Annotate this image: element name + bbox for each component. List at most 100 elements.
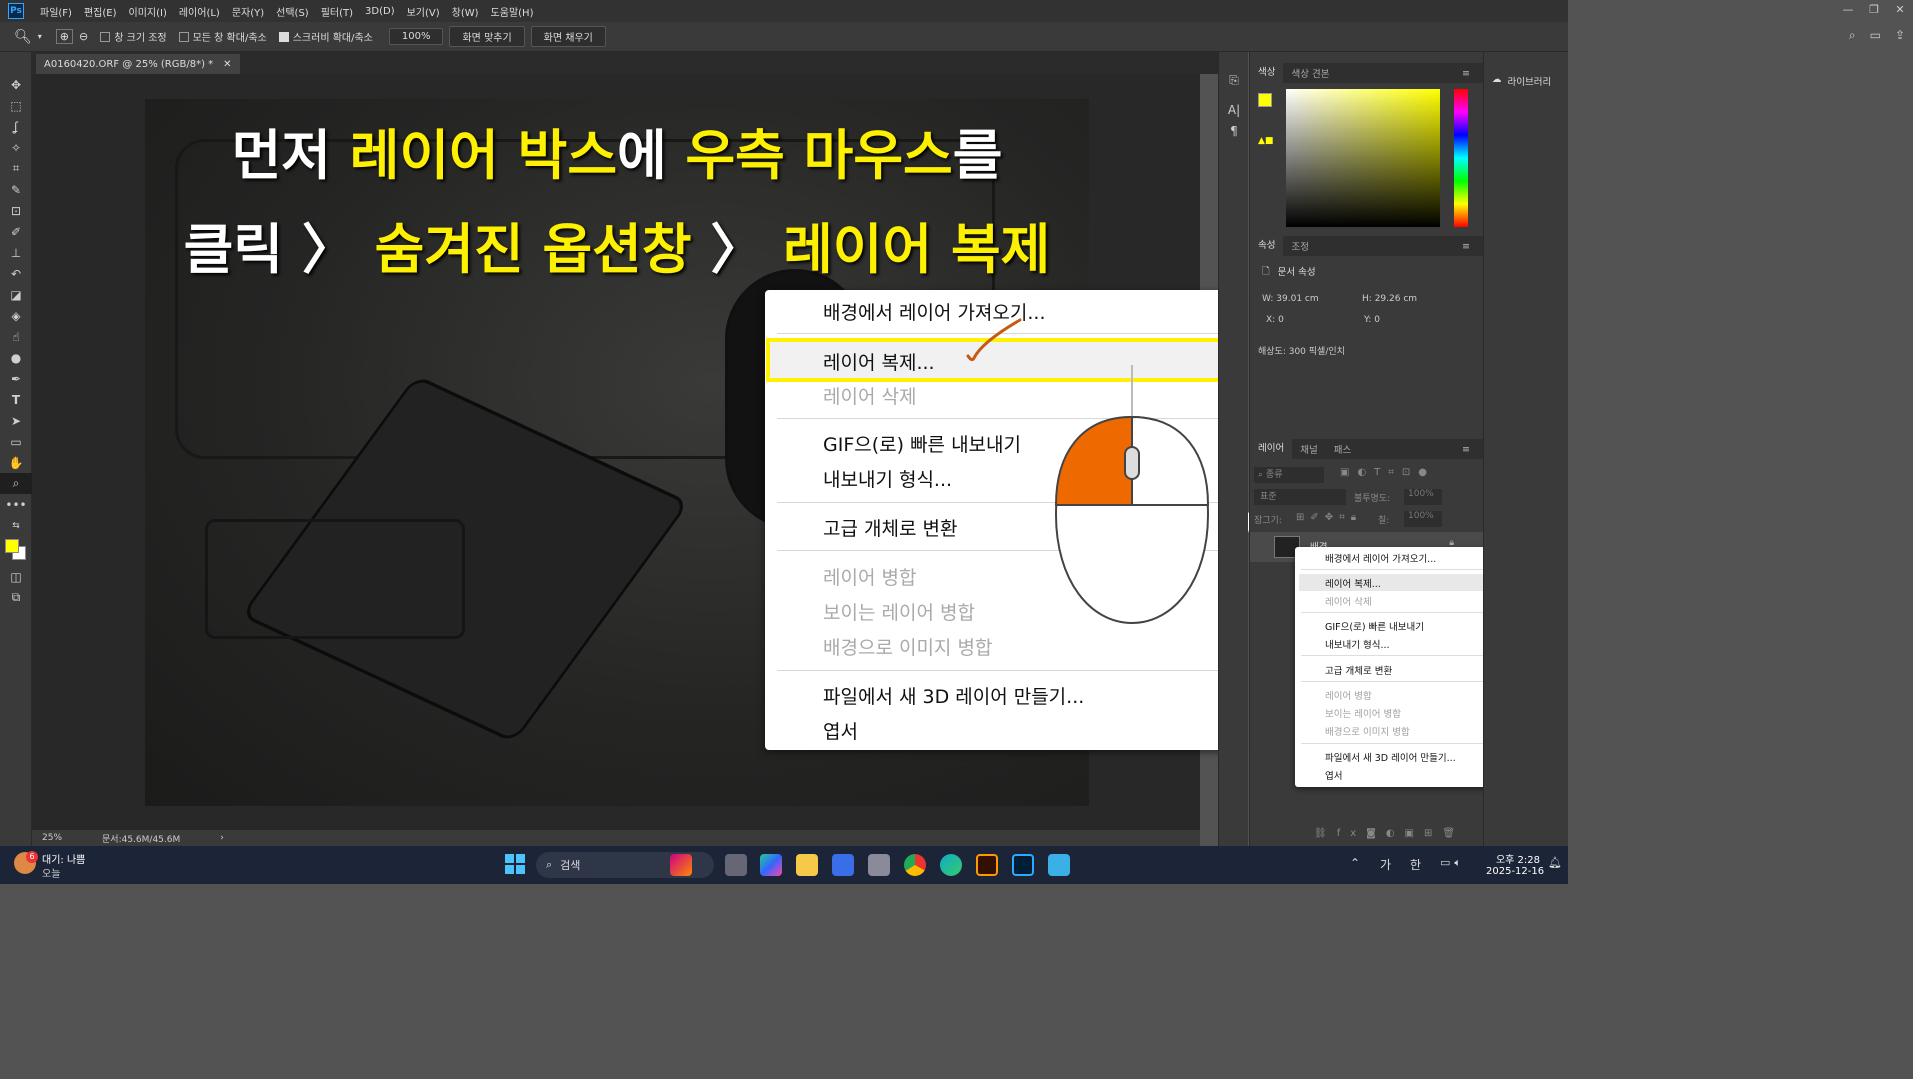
calculator-icon[interactable]: [868, 854, 890, 876]
tab-properties[interactable]: 속성: [1250, 236, 1284, 256]
chevron-up-icon[interactable]: ⌃: [1350, 856, 1360, 870]
chevron-down-icon[interactable]: ▾: [38, 32, 42, 41]
y-field[interactable]: Y: 0: [1364, 315, 1380, 325]
scrubby-zoom-checkbox[interactable]: 스크러비 확대/축소: [278, 29, 373, 44]
menu-layer[interactable]: 레이어(L): [173, 4, 226, 19]
menu-view[interactable]: 보기(V): [401, 4, 446, 19]
fg-color-swatch[interactable]: [1258, 93, 1272, 107]
more-tools-icon[interactable]: •••: [0, 494, 32, 515]
illustrator-icon[interactable]: [976, 854, 998, 876]
layer-filter-icons[interactable]: ▣◐T⌗⊡●: [1340, 467, 1435, 478]
smudge-tool-icon[interactable]: ☝: [0, 326, 32, 347]
ime-mode-a[interactable]: 가: [1380, 856, 1391, 873]
clock-time[interactable]: 오후 2:28: [1490, 851, 1540, 866]
weather-text[interactable]: 대기: 나쁨: [42, 851, 85, 866]
stamp-tool-icon[interactable]: ⊥: [0, 242, 32, 263]
menu-item-convert-smart-object[interactable]: 고급 개체로 변환: [823, 514, 957, 541]
resize-windows-checkbox[interactable]: 창 크기 조정: [100, 29, 167, 44]
brush-tool-icon[interactable]: ✐: [0, 221, 32, 242]
path-select-tool-icon[interactable]: ➤: [0, 410, 32, 431]
close-tab-icon[interactable]: ✕: [223, 59, 231, 70]
zoom-in-icon[interactable]: ⊕: [55, 29, 74, 44]
lock-icons[interactable]: ⊞✐✥⌗🔒︎: [1296, 512, 1362, 523]
layer-filter-kind[interactable]: ⌕ 종류: [1254, 467, 1324, 483]
menu-item-postcard[interactable]: 엽서: [823, 717, 858, 744]
width-field[interactable]: W: 39.01 cm: [1262, 294, 1319, 304]
share-icon[interactable]: ⇪: [1895, 28, 1905, 43]
zoom-tool-icon[interactable]: ⌕: [0, 473, 32, 494]
history-panel-icon[interactable]: ⎘: [1219, 70, 1249, 91]
menu-item-postcard[interactable]: 엽서: [1325, 768, 1342, 782]
color-picker-field[interactable]: [1286, 89, 1440, 227]
start-icon[interactable]: [505, 854, 525, 874]
copilot-icon[interactable]: [670, 854, 692, 876]
move-tool-icon[interactable]: ✥: [0, 74, 32, 95]
close-icon[interactable]: ✕: [1887, 0, 1913, 22]
tab-color[interactable]: 색상: [1250, 63, 1284, 83]
menu-item-new-3d-layer[interactable]: 파일에서 새 3D 레이어 만들기...: [1325, 750, 1456, 764]
panel-menu-icon[interactable]: ≡: [1454, 241, 1478, 252]
libraries-tab[interactable]: ☁ 라이브러리: [1492, 74, 1551, 88]
tab-swatches[interactable]: 색상 견본: [1283, 66, 1337, 80]
zoom-all-checkbox[interactable]: 모든 창 확대/축소: [178, 29, 267, 44]
tab-channels[interactable]: 채널: [1292, 442, 1325, 456]
history-brush-tool-icon[interactable]: ↶: [0, 263, 32, 284]
workspace-icon[interactable]: ▭: [1870, 28, 1881, 43]
swap-colors-icon[interactable]: ⇆: [0, 515, 32, 536]
paragraph-panel-icon[interactable]: ¶: [1219, 120, 1249, 141]
hue-slider[interactable]: [1454, 89, 1468, 227]
notepad-icon[interactable]: [1048, 854, 1070, 876]
eraser-tool-icon[interactable]: ◪: [0, 284, 32, 305]
pen-tool-icon[interactable]: ✒: [0, 368, 32, 389]
character-panel-icon[interactable]: A|: [1219, 99, 1249, 120]
chrome-icon[interactable]: [904, 854, 926, 876]
panel-menu-icon[interactable]: ≡: [1454, 68, 1478, 79]
rectangle-tool-icon[interactable]: ▭: [0, 431, 32, 452]
chevron-right-icon[interactable]: ›: [220, 833, 224, 843]
eyedropper-tool-icon[interactable]: ✎: [0, 179, 32, 200]
opacity-input[interactable]: 100%: [1404, 489, 1442, 505]
menu-3d[interactable]: 3D(D): [359, 6, 401, 17]
edge-icon[interactable]: [940, 854, 962, 876]
crop-tool-icon[interactable]: ⌗: [0, 158, 32, 179]
menu-item-duplicate-layer[interactable]: 레이어 복제...: [823, 348, 935, 375]
menu-item-export-as[interactable]: 내보내기 형식...: [1325, 637, 1390, 651]
blend-mode-select[interactable]: 표준: [1254, 489, 1346, 505]
menu-select[interactable]: 선택(S): [270, 4, 315, 19]
menu-help[interactable]: 도움말(H): [485, 4, 540, 19]
copilot-app-icon[interactable]: [760, 854, 782, 876]
foreground-color-swatch[interactable]: [5, 539, 19, 553]
minimize-icon[interactable]: —: [1835, 0, 1861, 22]
height-field[interactable]: H: 29.26 cm: [1362, 294, 1417, 304]
file-explorer-icon[interactable]: [796, 854, 818, 876]
ms-store-icon[interactable]: [832, 854, 854, 876]
menu-window[interactable]: 창(W): [446, 4, 485, 19]
clock-date[interactable]: 2025-12-16: [1486, 866, 1544, 877]
color-swatches[interactable]: [0, 536, 31, 566]
photoshop-icon[interactable]: [1012, 854, 1034, 876]
panel-menu-icon[interactable]: ≡: [1454, 444, 1478, 455]
hand-tool-icon[interactable]: ✋: [0, 452, 32, 473]
task-view-icon[interactable]: [725, 854, 747, 876]
marquee-tool-icon[interactable]: ⬚: [0, 95, 32, 116]
gamut-warning-icon[interactable]: ▲■: [1258, 136, 1273, 146]
zoom-value-field[interactable]: 100%: [388, 28, 444, 45]
fill-input[interactable]: 100%: [1404, 511, 1442, 527]
type-tool-icon[interactable]: T: [0, 389, 32, 410]
zoom-tool-icon[interactable]: 🔍︎: [14, 29, 32, 45]
menu-item-quick-export-gif[interactable]: GIF으(로) 빠른 내보내기: [1325, 619, 1424, 633]
dodge-tool-icon[interactable]: ●: [0, 347, 32, 368]
restore-icon[interactable]: ❐: [1861, 0, 1887, 22]
tab-adjustments[interactable]: 조정: [1283, 239, 1316, 253]
menu-item-duplicate-layer[interactable]: 레이어 복제...: [1325, 576, 1381, 590]
screen-mode-icon[interactable]: ⧉: [0, 587, 32, 608]
tab-paths[interactable]: 패스: [1326, 442, 1359, 456]
menu-item-layer-from-background[interactable]: 배경에서 레이어 가져오기...: [1325, 551, 1436, 565]
menu-item-convert-smart-object[interactable]: 고급 개체로 변환: [1325, 663, 1392, 677]
ime-mode-b[interactable]: 한: [1410, 856, 1421, 873]
document-tab[interactable]: A0160420.ORF @ 25% (RGB/8*) * ✕: [36, 54, 240, 74]
lasso-tool-icon[interactable]: ʆ: [0, 116, 32, 137]
menu-image[interactable]: 이미지(I): [123, 4, 173, 19]
fill-screen-button[interactable]: 화면 채우기: [530, 26, 606, 47]
magic-wand-tool-icon[interactable]: ✧: [0, 137, 32, 158]
